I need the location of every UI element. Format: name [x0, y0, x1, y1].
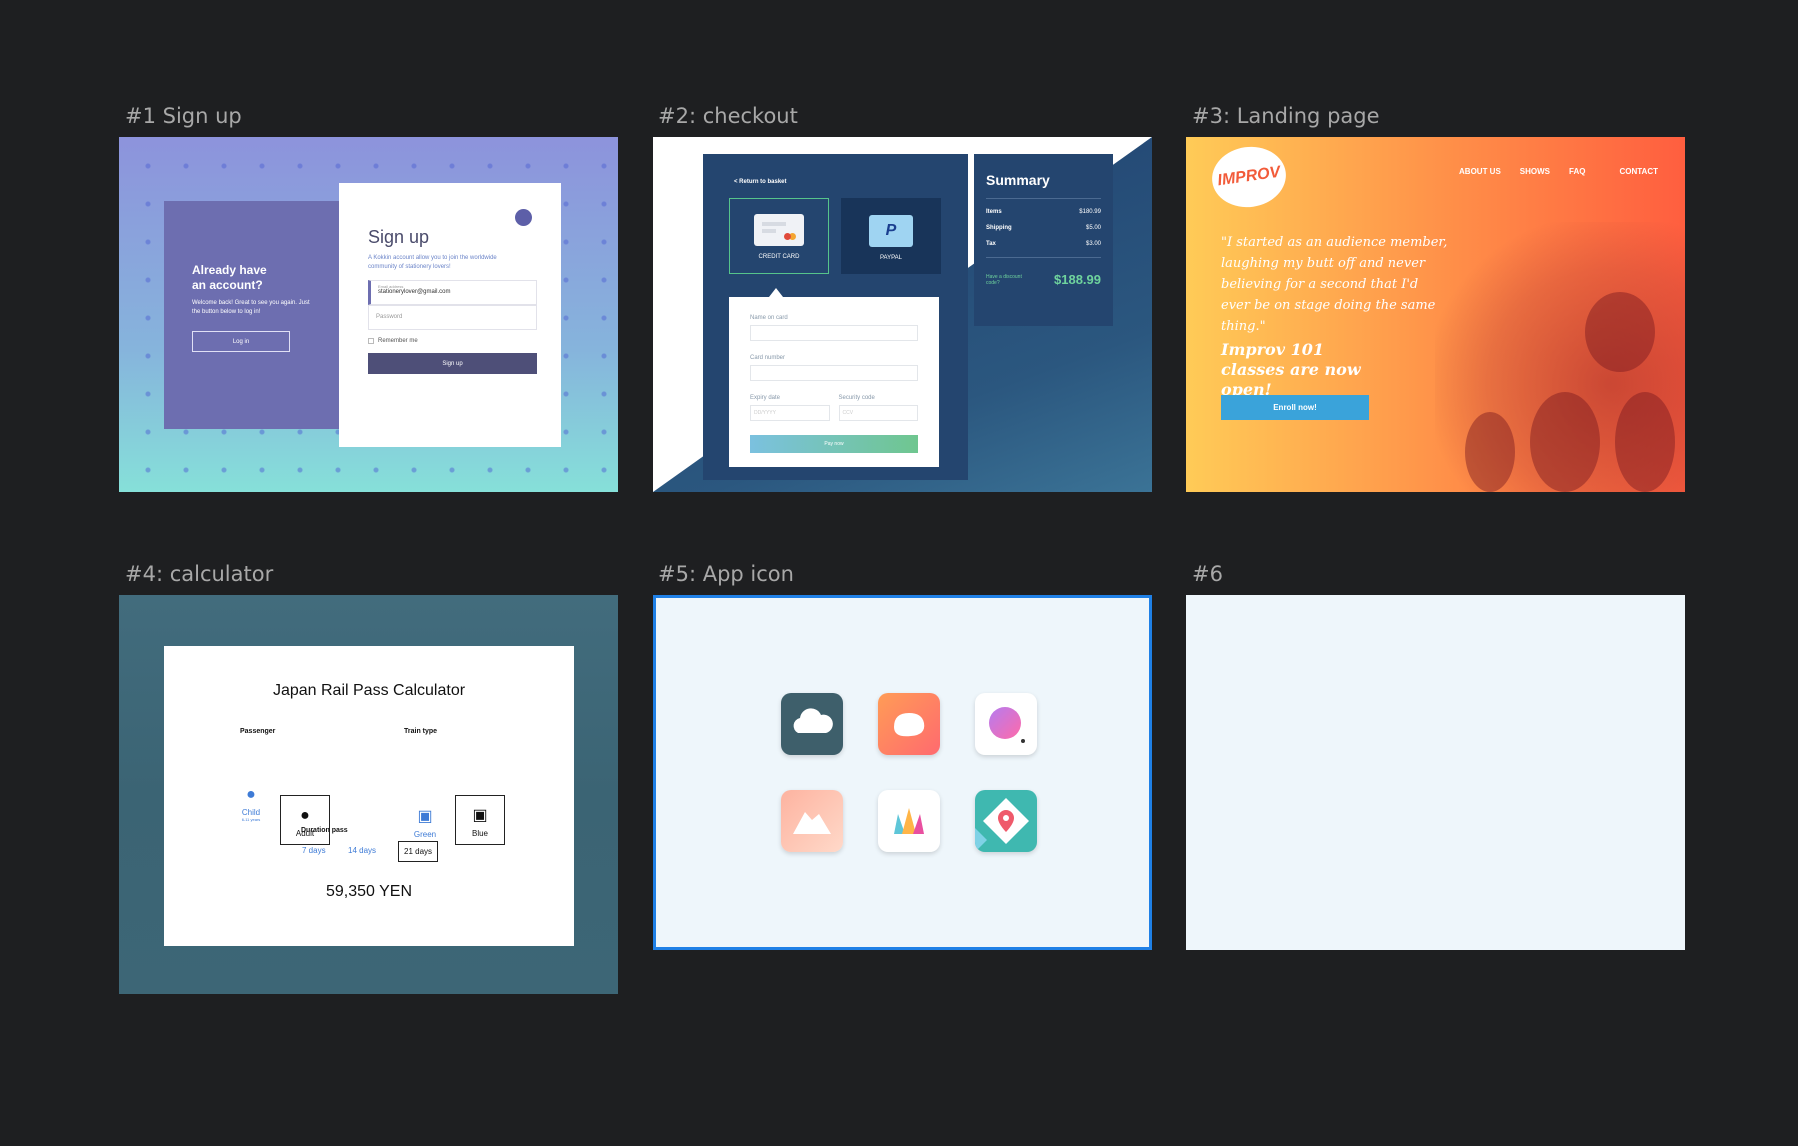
payment-panel: < Return to basket CREDIT CARD P PAYPAL … [703, 154, 968, 480]
summary-row: Items $180.99 [986, 209, 1101, 215]
expiry-input[interactable]: DD/YYYY [750, 405, 830, 421]
discount-code-link[interactable]: Have a discount code? [986, 274, 1030, 286]
frame-sign-up[interactable]: Already have an account? Welcome back! G… [119, 137, 618, 492]
brand-logo-icon [515, 209, 532, 226]
blue-train-icon: ▣ [472, 807, 488, 824]
signup-subtitle: A Kokkin account allow you to join the w… [368, 255, 497, 270]
train-type-label: Train type [404, 728, 438, 735]
calculator-card: Japan Rail Pass Calculator Passenger Tra… [164, 646, 574, 946]
summary-row: Tax $3.00 [986, 241, 1101, 247]
pay-now-button[interactable]: Pay now [750, 435, 918, 453]
login-text: Welcome back! Great to see you again. Ju… [192, 300, 310, 315]
duration-label: Duration pass [301, 827, 348, 834]
paypal-label: PAYPAL [879, 255, 902, 261]
frame-app-icon[interactable] [653, 595, 1152, 950]
map-pin-app-icon[interactable] [975, 790, 1037, 852]
signup-heading: Sign up [368, 227, 430, 247]
passenger-label: Passenger [240, 728, 276, 735]
blue-label: Blue [471, 829, 488, 838]
summary-total: $188.99 [1054, 272, 1101, 287]
calculator-title: Japan Rail Pass Calculator [272, 682, 466, 699]
login-panel: Already have an account? Welcome back! G… [164, 201, 342, 429]
frame-checkout[interactable]: < Return to basket CREDIT CARD P PAYPAL … [653, 137, 1152, 492]
remember-checkbox[interactable] [368, 338, 374, 344]
green-label: Green [413, 830, 437, 839]
green-car-option[interactable]: ▣ Green [400, 795, 450, 845]
credit-card-label: CREDIT CARD [758, 254, 800, 260]
frame-title-checkout[interactable]: #2: checkout [658, 104, 798, 128]
mountain-app-icon[interactable] [781, 790, 843, 852]
crowd-photo [1435, 222, 1685, 492]
total-price: 59,350 YEN [326, 883, 412, 900]
nav-about-us[interactable]: ABOUT US [1459, 167, 1501, 176]
improv-logo[interactable]: IMPROV [1208, 142, 1290, 212]
remember-label: Remember me [378, 338, 418, 344]
nav-contact[interactable]: CONTACT [1619, 167, 1658, 176]
blue-car-option[interactable]: ▣ Blue [455, 795, 505, 845]
password-field[interactable]: Password [368, 305, 537, 330]
summary-row: Shipping $5.00 [986, 225, 1101, 231]
login-heading: Already have an account? [192, 263, 267, 292]
adult-icon: ● [300, 807, 310, 824]
credit-card-option[interactable]: CREDIT CARD [729, 198, 829, 274]
paypal-option[interactable]: P PAYPAL [841, 198, 941, 274]
frame-6-empty[interactable] [1186, 595, 1685, 950]
name-on-card-label: Name on card [750, 315, 788, 321]
frame-title-app-icon[interactable]: #5: App icon [658, 562, 794, 586]
remember-me[interactable]: Remember me [368, 338, 537, 344]
cloud-app-icon[interactable] [781, 693, 843, 755]
frame-title-6[interactable]: #6 [1192, 562, 1223, 586]
return-to-basket-link[interactable]: < Return to basket [734, 179, 787, 185]
card-number-input[interactable] [750, 365, 918, 381]
signup-card: Sign up A Kokkin account allow you to jo… [339, 183, 561, 447]
green-train-icon: ▣ [417, 808, 433, 825]
testimonial-quote: "I started as an audience member, laughi… [1221, 235, 1448, 334]
child-label: Child [241, 808, 261, 817]
crown-app-icon[interactable] [878, 790, 940, 852]
summary-title: Summary [986, 172, 1050, 188]
duration-21-days[interactable]: 21 days [398, 841, 439, 862]
child-note: 6-11 years [241, 817, 261, 822]
main-nav: ABOUT US SHOWS FAQ CONTACT [1459, 167, 1658, 176]
login-button[interactable]: Log in [192, 331, 290, 352]
signup-button[interactable]: Sign up [368, 353, 537, 374]
order-summary: Summary Items $180.99 Shipping $5.00 Tax $3… [974, 154, 1113, 326]
frame-title-sign-up[interactable]: #1 Sign up [125, 104, 242, 128]
sphere-app-icon[interactable] [975, 693, 1037, 755]
child-option[interactable]: ● Child 6-11 years [226, 778, 276, 828]
email-field[interactable]: Email address stationerylover@gmail.com [368, 280, 537, 305]
paypal-icon: P [869, 215, 913, 247]
frame-title-landing-page[interactable]: #3: Landing page [1192, 104, 1380, 128]
email-value: stationerylover@gmail.com [378, 289, 451, 295]
security-code-input[interactable]: CCV [838, 405, 918, 421]
frame-landing-page[interactable]: IMPROV ABOUT US SHOWS FAQ CONTACT "I sta… [1186, 137, 1685, 492]
enroll-button[interactable]: Enroll now! [1221, 395, 1369, 420]
frame-calculator[interactable]: Japan Rail Pass Calculator Passenger Tra… [119, 595, 618, 994]
duration-7-days[interactable]: 7 days [302, 846, 326, 855]
nav-faq[interactable]: FAQ [1569, 167, 1585, 176]
security-code-label: Security code [838, 395, 875, 401]
duration-14-days[interactable]: 14 days [348, 846, 376, 855]
card-number-label: Card number [750, 355, 786, 361]
expiry-label: Expiry date [750, 395, 781, 401]
hero-headline: Improv 101 classes are now open! [1221, 340, 1361, 399]
child-icon: ● [246, 786, 256, 803]
name-on-card-input[interactable] [750, 325, 918, 341]
nav-shows[interactable]: SHOWS [1520, 167, 1550, 176]
card-form: Name on card Card number Expiry date DD/… [729, 288, 939, 467]
orange-blob-app-icon[interactable] [878, 693, 940, 755]
frame-title-calculator[interactable]: #4: calculator [125, 562, 273, 586]
adult-option[interactable]: ● Adult [280, 795, 330, 845]
credit-card-icon [754, 214, 804, 246]
